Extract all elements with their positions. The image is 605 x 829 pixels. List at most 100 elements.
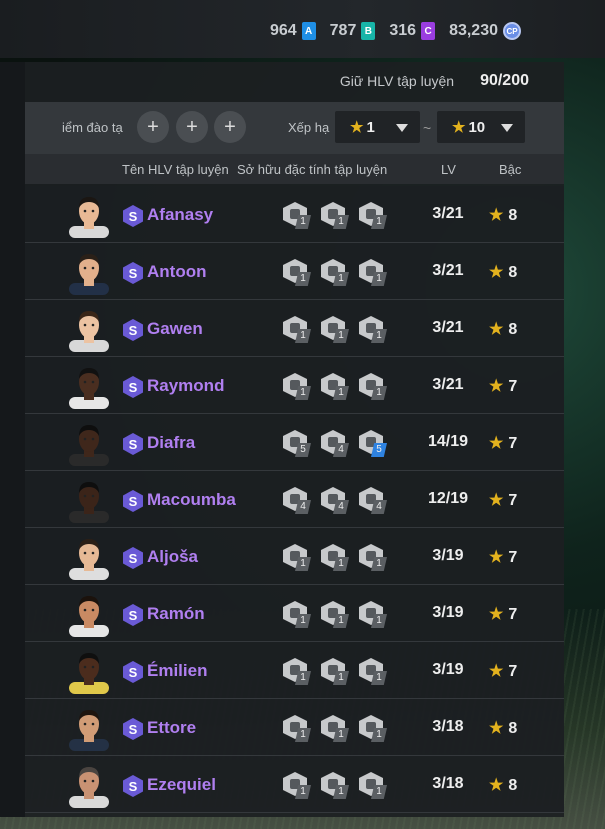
trait-list: 111 [283, 316, 389, 344]
trait-icon[interactable]: 1 [283, 202, 313, 230]
trait-icon[interactable]: 1 [359, 373, 389, 401]
left-side-panel [0, 62, 25, 817]
trait-icon[interactable]: 5 [359, 430, 389, 458]
trait-icon[interactable]: 1 [283, 715, 313, 743]
trait-list: 444 [283, 487, 389, 515]
star-icon: ★ [489, 207, 504, 224]
trait-icon[interactable]: 4 [283, 487, 313, 515]
trait-list: 111 [283, 202, 389, 230]
avatar [69, 192, 109, 238]
coach-list-panel: Giữ HLV tập luyện 90/200 iểm đào tạ + + … [25, 62, 564, 817]
s-tier-badge: S [123, 718, 143, 740]
trait-icon[interactable]: 1 [359, 316, 389, 344]
rank-label: Xếp hạ [288, 120, 330, 135]
coach-row[interactable]: S Ettore 1 1 1 3/18 ★ 8 [25, 699, 564, 756]
trait-list: 111 [283, 715, 389, 743]
coach-name: Ettore [147, 718, 197, 737]
coach-row[interactable]: S Afanasy 1 1 1 3/21 ★ 8 [25, 186, 564, 243]
coach-grade-value: 8 [508, 777, 518, 794]
trait-icon[interactable]: 1 [283, 259, 313, 287]
trait-icon[interactable]: 4 [359, 487, 389, 515]
coach-level: 3/21 [432, 262, 464, 279]
coach-level: 3/21 [432, 319, 464, 336]
coach-grade-value: 8 [508, 207, 518, 224]
coach-row[interactable]: S Gawen 1 1 1 3/21 ★ 8 [25, 300, 564, 357]
coach-grade-value: 8 [508, 720, 518, 737]
coach-level: 12/19 [427, 490, 469, 507]
coach-level: 3/19 [432, 661, 464, 678]
trait-icon[interactable]: 1 [321, 544, 351, 572]
coach-row[interactable]: S Émilien 1 1 1 3/19 ★ 7 [25, 642, 564, 699]
caret-down-icon [396, 124, 408, 132]
trait-icon[interactable]: 1 [359, 544, 389, 572]
trait-icon[interactable]: 1 [321, 202, 351, 230]
trait-icon[interactable]: 1 [359, 715, 389, 743]
coach-row[interactable]: S Raymond 1 1 1 3/21 ★ 7 [25, 357, 564, 414]
coach-grade-value: 7 [508, 492, 518, 509]
rank-separator: ~ [423, 120, 432, 136]
trait-icon[interactable]: 1 [283, 316, 313, 344]
coach-level: 3/21 [432, 205, 464, 222]
trait-icon[interactable]: 4 [321, 430, 351, 458]
coach-name: Antoon [147, 262, 207, 281]
star-icon: ★ [489, 435, 504, 452]
rank-max-select[interactable]: ★ 10 [437, 111, 525, 143]
trait-icon[interactable]: 5 [283, 430, 313, 458]
col-grade[interactable]: Bậc [499, 162, 521, 177]
coach-row[interactable]: S Diafra 5 4 5 14/19 ★ 7 [25, 414, 564, 471]
rank-max-value: 10 [468, 118, 486, 136]
avatar [69, 477, 109, 523]
coach-name: Afanasy [147, 205, 214, 224]
trait-icon[interactable]: 1 [283, 544, 313, 572]
coach-row[interactable]: S Ezequiel 1 1 1 3/18 ★ 8 [25, 756, 564, 813]
trait-icon[interactable]: 1 [321, 601, 351, 629]
star-icon: ★ [489, 492, 504, 509]
caret-down-icon [501, 124, 513, 132]
trait-icon[interactable]: 1 [359, 601, 389, 629]
trait-icon[interactable]: 1 [321, 715, 351, 743]
coach-name: Émilien [147, 661, 208, 680]
s-tier-badge: S [123, 604, 143, 626]
add-slot-button-3[interactable]: + [214, 111, 246, 143]
star-icon: ★ [489, 264, 504, 281]
trait-list: 111 [283, 259, 389, 287]
trait-icon[interactable]: 1 [359, 259, 389, 287]
coach-row[interactable]: S Macoumba 4 4 4 12/19 ★ 7 [25, 471, 564, 528]
plus-icon: + [186, 115, 198, 138]
col-lv[interactable]: LV [441, 162, 456, 177]
coach-name: Ezequiel [147, 775, 216, 794]
currency-item: 316 C [389, 22, 436, 40]
trait-icon[interactable]: 4 [321, 487, 351, 515]
s-tier-badge: S [123, 433, 143, 455]
trait-icon[interactable]: 1 [283, 373, 313, 401]
star-icon: ★ [489, 720, 504, 737]
currency-list: 964 A 787 B 316 C 83,230 CP [262, 22, 521, 40]
trait-icon[interactable]: 1 [321, 259, 351, 287]
trait-icon[interactable]: 1 [321, 373, 351, 401]
trait-icon[interactable]: 1 [359, 202, 389, 230]
s-tier-badge: S [123, 376, 143, 398]
trait-list: 111 [283, 373, 389, 401]
s-tier-badge: S [123, 490, 143, 512]
add-slot-button-2[interactable]: + [176, 111, 208, 143]
coach-row[interactable]: S Antoon 1 1 1 3/21 ★ 8 [25, 243, 564, 300]
trait-icon[interactable]: 1 [283, 772, 313, 800]
coach-row[interactable]: S Ramón 1 1 1 3/19 ★ 7 [25, 585, 564, 642]
col-traits[interactable]: Sở hữu đặc tính tập luyện [237, 162, 387, 177]
trait-icon[interactable]: 1 [321, 316, 351, 344]
trait-icon[interactable]: 1 [321, 772, 351, 800]
coach-row[interactable]: S Aljoša 1 1 1 3/19 ★ 7 [25, 528, 564, 585]
coach-grade-value: 7 [508, 549, 518, 566]
col-name[interactable]: Tên HLV tập luyện [122, 162, 229, 177]
trait-icon[interactable]: 1 [359, 772, 389, 800]
coach-grade: ★ 8 [489, 205, 517, 225]
trait-icon[interactable]: 1 [283, 658, 313, 686]
top-currency-bar: 964 A 787 B 316 C 83,230 CP [0, 0, 605, 58]
add-slot-button-1[interactable]: + [137, 111, 169, 143]
trait-icon[interactable]: 1 [321, 658, 351, 686]
coach-hold: Giữ HLV tập luyện 90/200 [340, 72, 529, 90]
rank-min-select[interactable]: ★ 1 [335, 111, 420, 143]
trait-icon[interactable]: 1 [283, 601, 313, 629]
trait-icon[interactable]: 1 [359, 658, 389, 686]
coach-grade: ★ 7 [489, 547, 517, 567]
